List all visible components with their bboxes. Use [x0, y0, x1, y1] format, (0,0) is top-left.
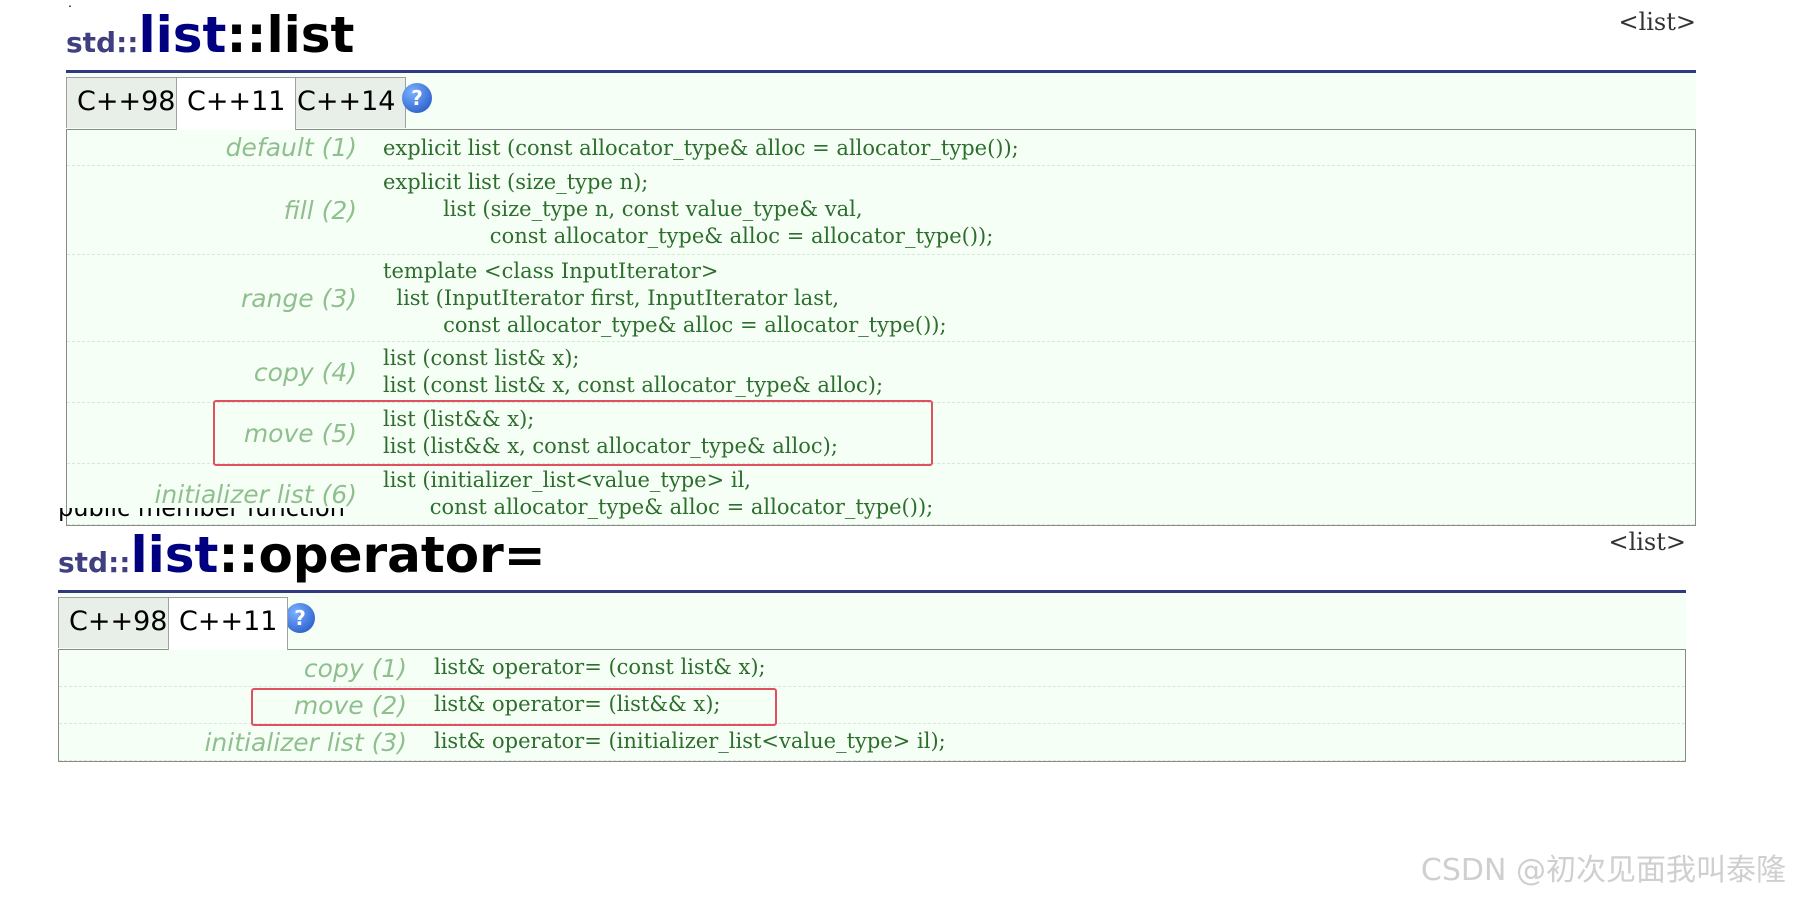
title-name: list — [130, 526, 219, 584]
row-code: template <class InputIterator> list (Inp… — [383, 259, 947, 337]
row-label: range (3) — [240, 283, 357, 313]
standard-tabs: C++98 C++11 ? — [58, 593, 1686, 650]
row-label: fill (2) — [283, 195, 357, 225]
tab-cpp11[interactable]: C++11 — [168, 597, 289, 650]
tab-cpp98[interactable]: C++98 — [58, 597, 179, 648]
title-member: ::list — [226, 6, 355, 64]
help-icon[interactable]: ? — [285, 603, 315, 633]
row-code: explicit list (size_type n); list (size_… — [383, 170, 994, 248]
row-code: list& operator= (initializer_list<value_… — [434, 729, 946, 753]
title-member: ::operator= — [218, 526, 546, 584]
page-title: std::list::list — [66, 6, 354, 64]
signature-table: copy (1) list& operator= (const list& x)… — [58, 649, 1686, 762]
table-row: initializer list (3) list& operator= (in… — [59, 724, 1685, 761]
table-row: copy (1) list& operator= (const list& x)… — [59, 650, 1685, 687]
list-operator-assign-section: std::list::operator= <list> C++98 C++11 … — [58, 520, 1686, 762]
title-row: std::list::operator= <list> — [58, 520, 1686, 584]
row-label: copy (1) — [303, 653, 407, 683]
page-title: std::list::operator= — [58, 526, 546, 584]
standard-tabs: C++98 C++11 C++14 ? — [66, 73, 1696, 130]
row-code: list (initializer_list<value_type> il, c… — [383, 468, 934, 519]
header-link[interactable]: <list> — [1608, 528, 1686, 556]
highlight-box — [251, 688, 777, 726]
row-label: default (1) — [225, 133, 357, 162]
title-namespace: std:: — [66, 26, 139, 59]
row-code: explicit list (const allocator_type& all… — [383, 136, 1019, 160]
row-code: list (const list& x); list (const list& … — [383, 346, 884, 397]
row-label: copy (4) — [253, 357, 357, 387]
title-name: list — [138, 6, 227, 64]
list-constructor-section: . std::list::list <list> C++98 C++11 C++… — [66, 0, 1696, 526]
signature-table: default (1) explicit list (const allocat… — [66, 129, 1696, 526]
table-row: default (1) explicit list (const allocat… — [67, 130, 1695, 166]
help-icon[interactable]: ? — [402, 83, 432, 113]
watermark: CSDN @初次见面我叫泰隆 — [1420, 853, 1786, 888]
cut-off-heading: public member function — [58, 508, 345, 522]
tab-cpp98[interactable]: C++98 — [66, 77, 187, 128]
table-row: fill (2) explicit list (size_type n); li… — [67, 166, 1695, 255]
table-row: copy (4) list (const list& x); list (con… — [67, 342, 1695, 403]
tab-cpp11[interactable]: C++11 — [176, 77, 297, 130]
highlight-box — [213, 400, 933, 466]
header-link[interactable]: <list> — [1618, 8, 1696, 36]
title-row: std::list::list <list> — [66, 0, 1696, 64]
row-label: initializer list (3) — [204, 727, 407, 757]
tab-cpp14[interactable]: C++14 — [286, 77, 407, 128]
title-namespace: std:: — [58, 546, 131, 579]
table-row: range (3) template <class InputIterator>… — [67, 255, 1695, 342]
row-code: list& operator= (const list& x); — [434, 655, 766, 679]
